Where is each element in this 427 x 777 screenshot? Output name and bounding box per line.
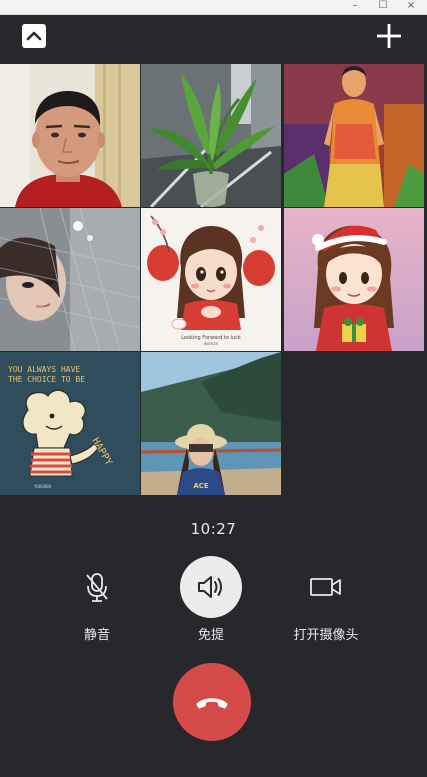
participant-tile-cartoon-lanterns[interactable]: Looking Forward to luck woman bbox=[141, 208, 281, 351]
phone-hangup-icon bbox=[196, 698, 228, 709]
svg-text:ACE: ACE bbox=[193, 482, 209, 490]
speaker-label: 免提 bbox=[197, 628, 224, 643]
chevron-up-icon bbox=[26, 31, 42, 41]
minimize-button[interactable]: – bbox=[343, 0, 367, 14]
participant-tile-seaside[interactable]: ACE bbox=[141, 352, 281, 495]
speaker-button[interactable] bbox=[180, 556, 242, 618]
camera-control[interactable]: 打开摄像头 bbox=[266, 556, 386, 643]
svg-text:YOUSHEN: YOUSHEN bbox=[34, 484, 51, 489]
call-duration: 10:27 bbox=[190, 520, 237, 538]
participant-tile-man[interactable] bbox=[0, 64, 140, 207]
speaker-icon bbox=[198, 576, 222, 598]
add-participant-button[interactable] bbox=[375, 22, 403, 50]
painting-figure bbox=[284, 64, 424, 207]
participant-tile-happy[interactable]: YOU ALWAYS HAVE THE CHOICE TO BE HAPPY Y… bbox=[0, 352, 140, 495]
hangup-button[interactable] bbox=[173, 663, 251, 741]
happy-cartoon-character: YOU ALWAYS HAVE THE CHOICE TO BE HAPPY Y… bbox=[0, 352, 140, 495]
mute-label: 静音 bbox=[83, 628, 110, 643]
svg-text:woman: woman bbox=[204, 341, 219, 346]
cartoon-girl-lanterns: Looking Forward to luck woman bbox=[141, 208, 281, 351]
participant-tile-girl-screen[interactable] bbox=[0, 208, 140, 351]
microphone-muted-icon bbox=[86, 573, 108, 602]
maximize-button[interactable]: ☐ bbox=[371, 0, 395, 14]
speaker-control[interactable]: 免提 bbox=[151, 556, 271, 643]
mute-control[interactable]: 静音 bbox=[37, 556, 157, 643]
camera-button[interactable] bbox=[295, 556, 357, 618]
potted-plant-photo bbox=[141, 64, 281, 207]
svg-text:THE CHOICE TO BE: THE CHOICE TO BE bbox=[8, 375, 85, 384]
collapse-button[interactable] bbox=[22, 24, 46, 48]
girl-behind-screen-photo bbox=[0, 208, 140, 351]
participant-tile-cartoon-santa[interactable] bbox=[284, 208, 424, 351]
camera-label: 打开摄像头 bbox=[293, 628, 359, 643]
plus-icon bbox=[377, 24, 401, 48]
close-button[interactable]: × bbox=[399, 0, 423, 14]
window-titlebar: – ☐ × bbox=[0, 0, 427, 15]
woman-seaside-photo: ACE bbox=[141, 352, 281, 495]
mute-button[interactable] bbox=[66, 556, 128, 618]
svg-text:YOU ALWAYS HAVE: YOU ALWAYS HAVE bbox=[8, 365, 80, 374]
video-camera-icon bbox=[310, 578, 341, 596]
participant-tile-painting[interactable] bbox=[284, 64, 424, 207]
participant-grid: Looking Forward to luck woman YOU ALWAYS… bbox=[0, 64, 427, 495]
man-video-feed bbox=[0, 64, 140, 207]
participant-tile-plant[interactable] bbox=[141, 64, 281, 207]
cartoon-girl-santa-hat bbox=[284, 208, 424, 351]
